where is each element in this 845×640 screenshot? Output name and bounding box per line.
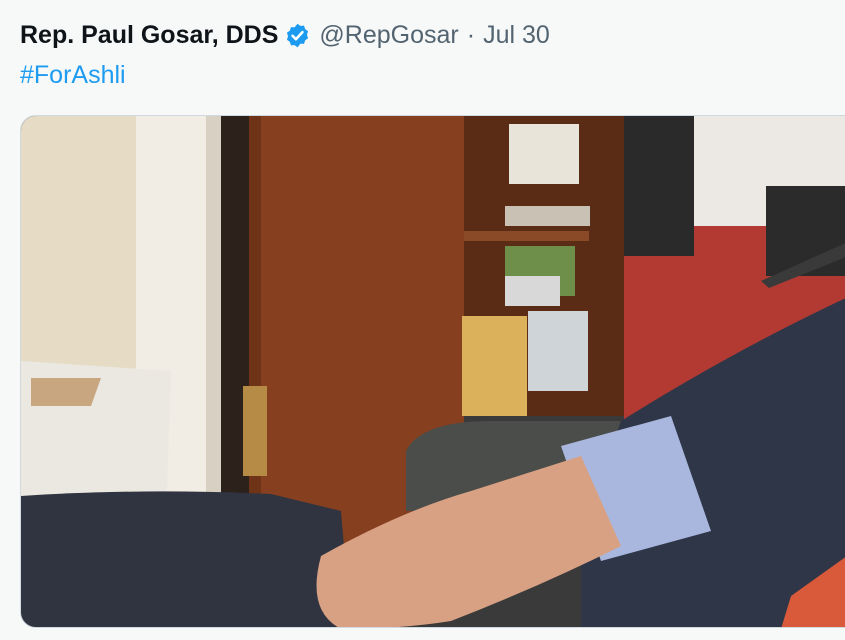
author-name[interactable]: Rep. Paul Gosar, DDS [20, 18, 278, 52]
hashtag-link[interactable]: #ForAshli [20, 58, 126, 92]
meta-separator: · [466, 21, 476, 49]
tweet-photo[interactable] [20, 115, 845, 628]
tweet-header: Rep. Paul Gosar, DDS @RepGosar · Jul 30 [20, 18, 550, 52]
verified-badge-icon [284, 22, 311, 49]
tweet-date[interactable]: Jul 30 [483, 18, 550, 52]
author-handle[interactable]: @RepGosar [319, 18, 458, 52]
